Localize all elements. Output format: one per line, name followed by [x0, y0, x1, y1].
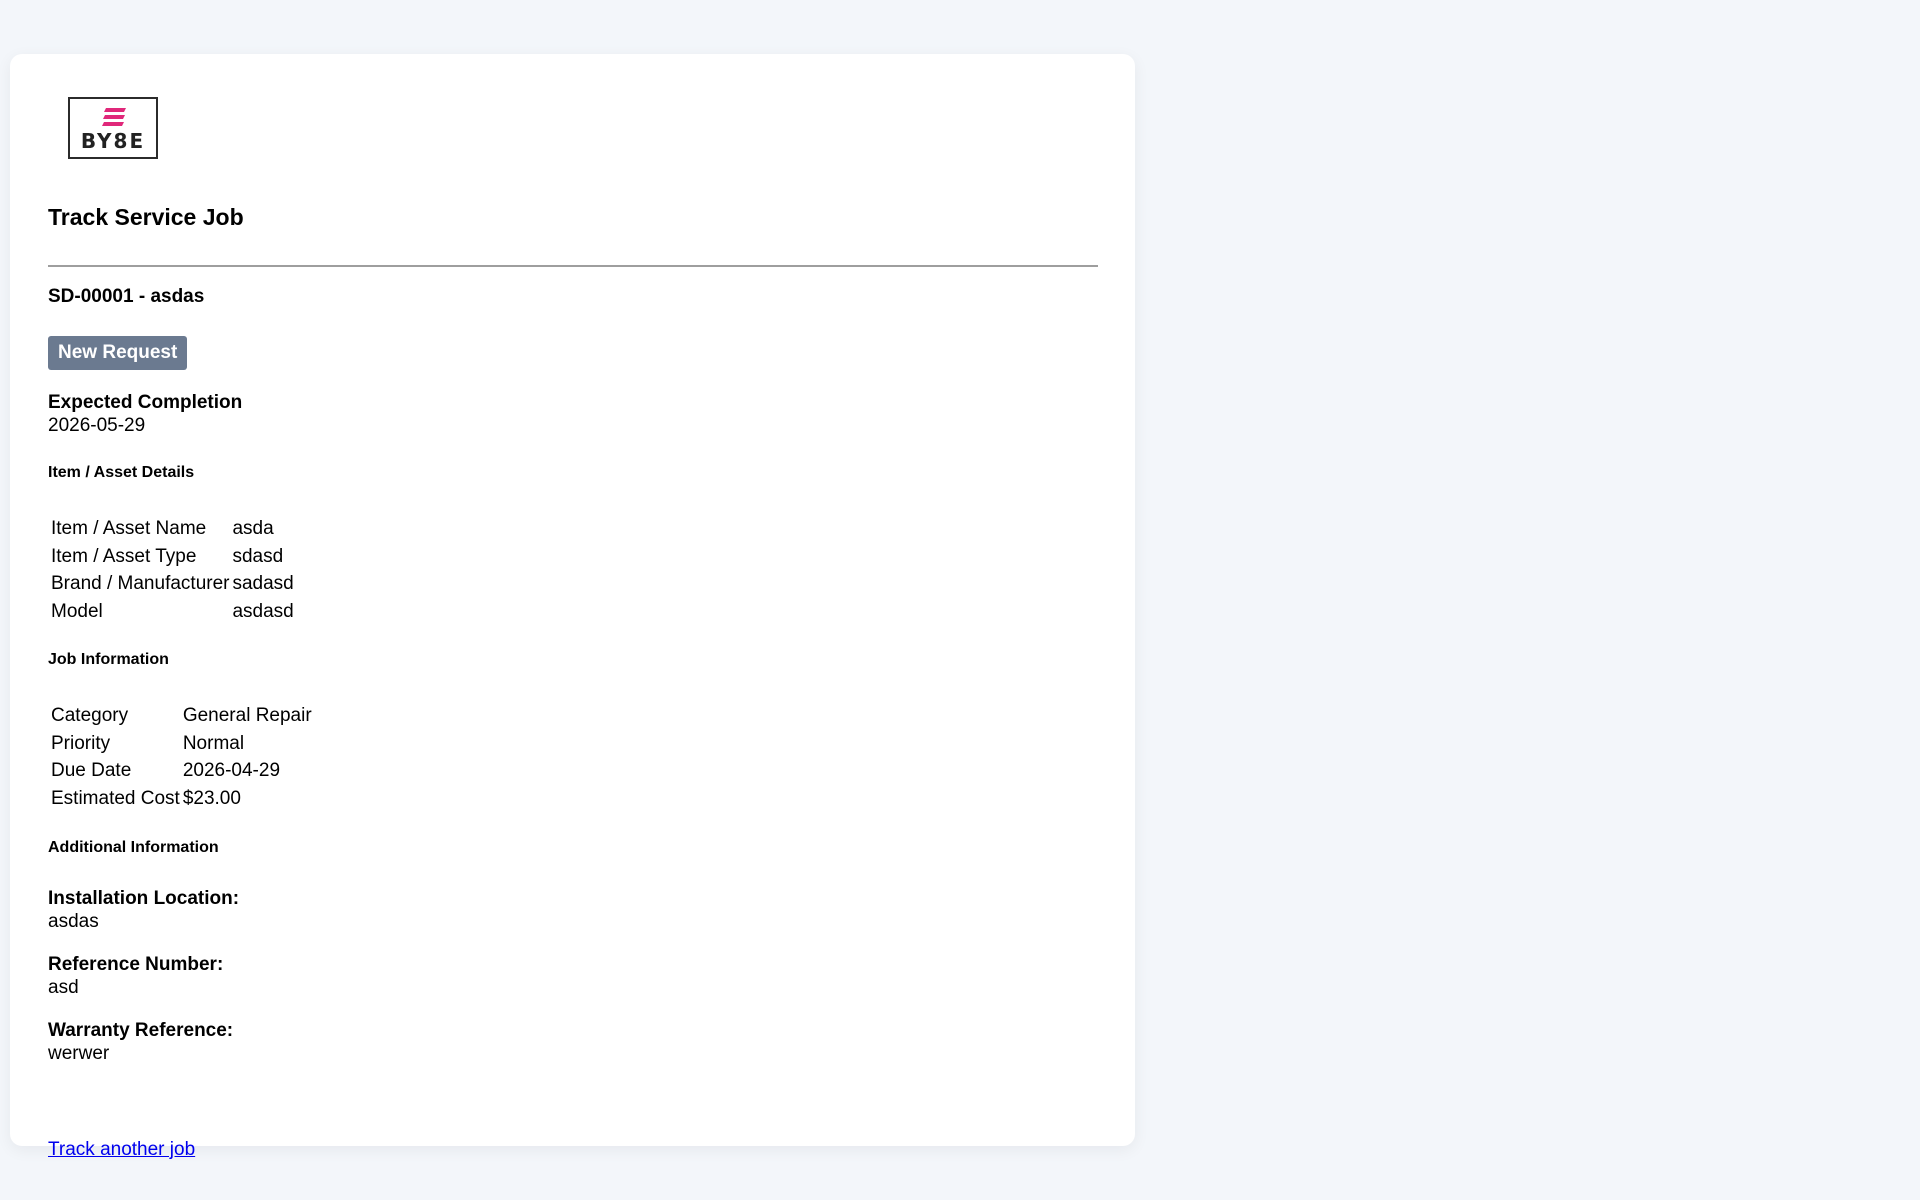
page-title: Track Service Job	[48, 204, 244, 230]
model-value: asdasd	[232, 600, 294, 622]
reference-number-label: Reference Number:	[48, 954, 224, 975]
installation-location-value: asdas	[48, 911, 99, 932]
table-row: Priority Normal	[51, 732, 312, 757]
logo-text: BY8E	[80, 129, 146, 153]
asset-details-table: Item / Asset Name asda Item / Asset Type…	[48, 514, 297, 627]
due-date-value: 2026-04-29	[182, 760, 281, 782]
table-row: Item / Asset Type sdasd	[51, 545, 294, 570]
due-date-label: Due Date	[51, 760, 132, 782]
additional-information-heading: Additional Information	[48, 839, 219, 856]
asset-name-value: asda	[232, 518, 274, 540]
warranty-reference-value: werwer	[48, 1043, 110, 1064]
installation-location-label: Installation Location:	[48, 888, 240, 909]
priority-label: Priority	[51, 732, 111, 754]
priority-value: Normal	[182, 732, 245, 754]
job-information-table: Category General Repair Priority Normal …	[48, 701, 315, 814]
category-label: Category	[51, 705, 129, 727]
track-another-job-link[interactable]: Track another job	[48, 1139, 195, 1161]
table-row: Item / Asset Name asda	[51, 517, 294, 542]
logo-mark-icon	[102, 108, 126, 126]
job-id-title: SD-00001 - asdas	[48, 286, 205, 307]
category-value: General Repair	[182, 705, 312, 727]
table-row: Estimated Cost $23.00	[51, 787, 312, 812]
asset-name-label: Item / Asset Name	[51, 518, 207, 540]
brand-value: sadasd	[232, 573, 294, 595]
table-row: Due Date 2026-04-29	[51, 759, 312, 784]
table-row: Brand / Manufacturer sadasd	[51, 572, 294, 597]
estimated-cost-label: Estimated Cost	[51, 787, 180, 809]
estimated-cost-value: $23.00	[182, 787, 241, 809]
reference-number-value: asd	[48, 977, 79, 998]
model-label: Model	[51, 600, 103, 622]
expected-completion-label: Expected Completion	[48, 392, 243, 413]
status-badge: New Request	[48, 336, 188, 370]
asset-type-value: sdasd	[232, 545, 284, 567]
company-logo: BY8E	[68, 97, 158, 159]
job-information-heading: Job Information	[48, 651, 169, 668]
table-row: Category General Repair	[51, 704, 312, 729]
table-row: Model asdasd	[51, 600, 294, 625]
brand-label: Brand / Manufacturer	[51, 573, 230, 595]
asset-type-label: Item / Asset Type	[51, 545, 197, 567]
expected-completion-value: 2026-05-29	[48, 415, 146, 436]
divider	[48, 265, 1098, 267]
asset-details-heading: Item / Asset Details	[48, 464, 195, 481]
job-tracking-card: BY8E Track Service Job SD-00001 - asdas …	[10, 54, 1135, 1160]
warranty-reference-label: Warranty Reference:	[48, 1020, 234, 1041]
